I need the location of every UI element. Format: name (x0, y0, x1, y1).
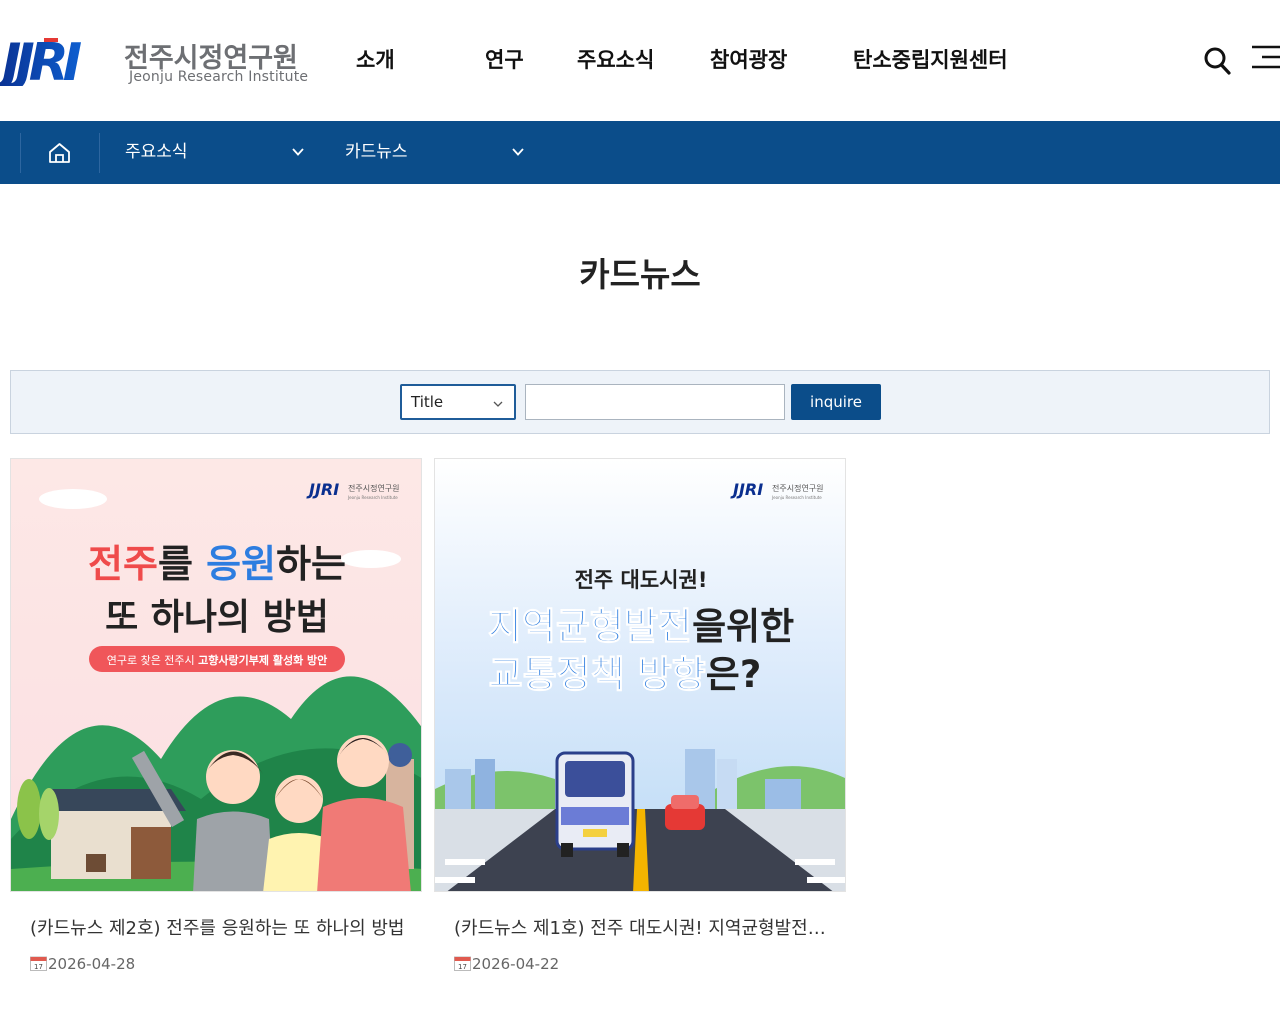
inquire-button[interactable]: inquire (791, 384, 881, 420)
thumb-headline-line2: 또 하나의 방법 (105, 597, 329, 638)
thumb-headline-line1: 전주 대도시권! (575, 568, 708, 592)
card-news-item[interactable]: JJRI 전주시정연구원 Jeonju Research Institute 전… (434, 458, 846, 988)
svg-text:17: 17 (458, 963, 467, 971)
svg-text:Jeonju Research Institute: Jeonju Research Institute (771, 495, 822, 500)
home-icon (49, 143, 70, 163)
svg-text:전주시정연구원: 전주시정연구원 (348, 483, 400, 493)
search-icon (1204, 47, 1231, 75)
card-thumbnail-image-hometown-donation: JJRI 전주시정연구원 Jeonju Research Institute 전… (11, 459, 421, 891)
chevron-down-icon (292, 148, 304, 156)
svg-text:JJRI: JJRI (0, 34, 82, 86)
svg-text:JJRI: JJRI (730, 480, 763, 499)
svg-text:전주시정연구원: 전주시정연구원 (772, 483, 824, 493)
card-news-item[interactable]: JJRI 전주시정연구원 Jeonju Research Institute 전… (10, 458, 422, 988)
nav-research[interactable]: 연구 (485, 44, 524, 76)
chevron-down-icon (493, 401, 503, 407)
thumb-headline-line3: 교통정책 방향은? (489, 653, 762, 696)
svg-text:연구로 찾은 전주시 고향사랑기부제 활성화 방안: 연구로 찾은 전주시 고향사랑기부제 활성화 방안 (107, 653, 328, 667)
card-date-text: 2026-04-22 (472, 955, 560, 973)
svg-text:17: 17 (34, 963, 43, 971)
card-thumbnail[interactable]: JJRI 전주시정연구원 Jeonju Research Institute 전… (434, 458, 846, 892)
thumb-headline-line1: 전주를 응원하는 (88, 542, 346, 586)
calendar-icon: 17 (30, 956, 47, 971)
divider (325, 133, 326, 173)
card-date: 17 2026-04-28 (30, 954, 135, 974)
card-title[interactable]: (카드뉴스 제1호) 전주 대도시권! 지역균형발전을 위한 교통정책 방향은? (454, 916, 834, 942)
site-logo[interactable]: JJRI 전주시정연구원 Jeonju Research Institute (0, 34, 310, 90)
search-keyword-input[interactable] (525, 384, 785, 420)
chevron-down-icon (512, 148, 524, 156)
nav-carbon-neutral-center[interactable]: 탄소중립지원센터 (853, 44, 1008, 76)
svg-text:Jeonju Research Institute: Jeonju Research Institute (347, 495, 398, 500)
card-date: 17 2026-04-22 (454, 954, 559, 974)
card-title[interactable]: (카드뉴스 제2호) 전주를 응원하는 또 하나의 방법 (30, 916, 410, 942)
depth2-label: 카드뉴스 (345, 142, 408, 162)
all-menu-button[interactable] (1250, 44, 1280, 72)
nav-news[interactable]: 주요소식 (577, 44, 654, 76)
jjri-logo-mark: JJRI (0, 34, 88, 86)
calendar-icon: 17 (454, 956, 471, 971)
site-header: JJRI 전주시정연구원 Jeonju Research Institute 소… (0, 0, 1280, 121)
search-field-selected-value: Title (411, 393, 444, 411)
search-button[interactable] (1202, 44, 1232, 76)
nav-participation[interactable]: 참여광장 (710, 44, 787, 76)
card-thumbnail-image-transport-policy: JJRI 전주시정연구원 Jeonju Research Institute 전… (435, 459, 845, 891)
depth2-dropdown[interactable]: 카드뉴스 (345, 121, 535, 184)
nav-about[interactable]: 소개 (356, 44, 395, 76)
card-date-text: 2026-04-28 (48, 955, 136, 973)
page-title: 카드뉴스 (579, 255, 701, 294)
hamburger-menu-icon (1252, 45, 1280, 69)
search-field-select[interactable]: Title (400, 384, 516, 420)
svg-text:JJRI: JJRI (306, 480, 339, 499)
card-thumbnail[interactable]: JJRI 전주시정연구원 Jeonju Research Institute 전… (10, 458, 422, 892)
home-button[interactable] (20, 121, 100, 184)
logo-english-name: Jeonju Research Institute (129, 69, 309, 85)
divider (99, 133, 100, 173)
depth1-label: 주요소식 (125, 142, 188, 162)
depth1-dropdown[interactable]: 주요소식 (125, 121, 315, 184)
board-search-form: Title inquire (10, 370, 1270, 434)
location-bar: 주요소식 카드뉴스 (0, 121, 1280, 184)
thumb-headline-line2: 지역균형발전을위한 (488, 605, 794, 648)
